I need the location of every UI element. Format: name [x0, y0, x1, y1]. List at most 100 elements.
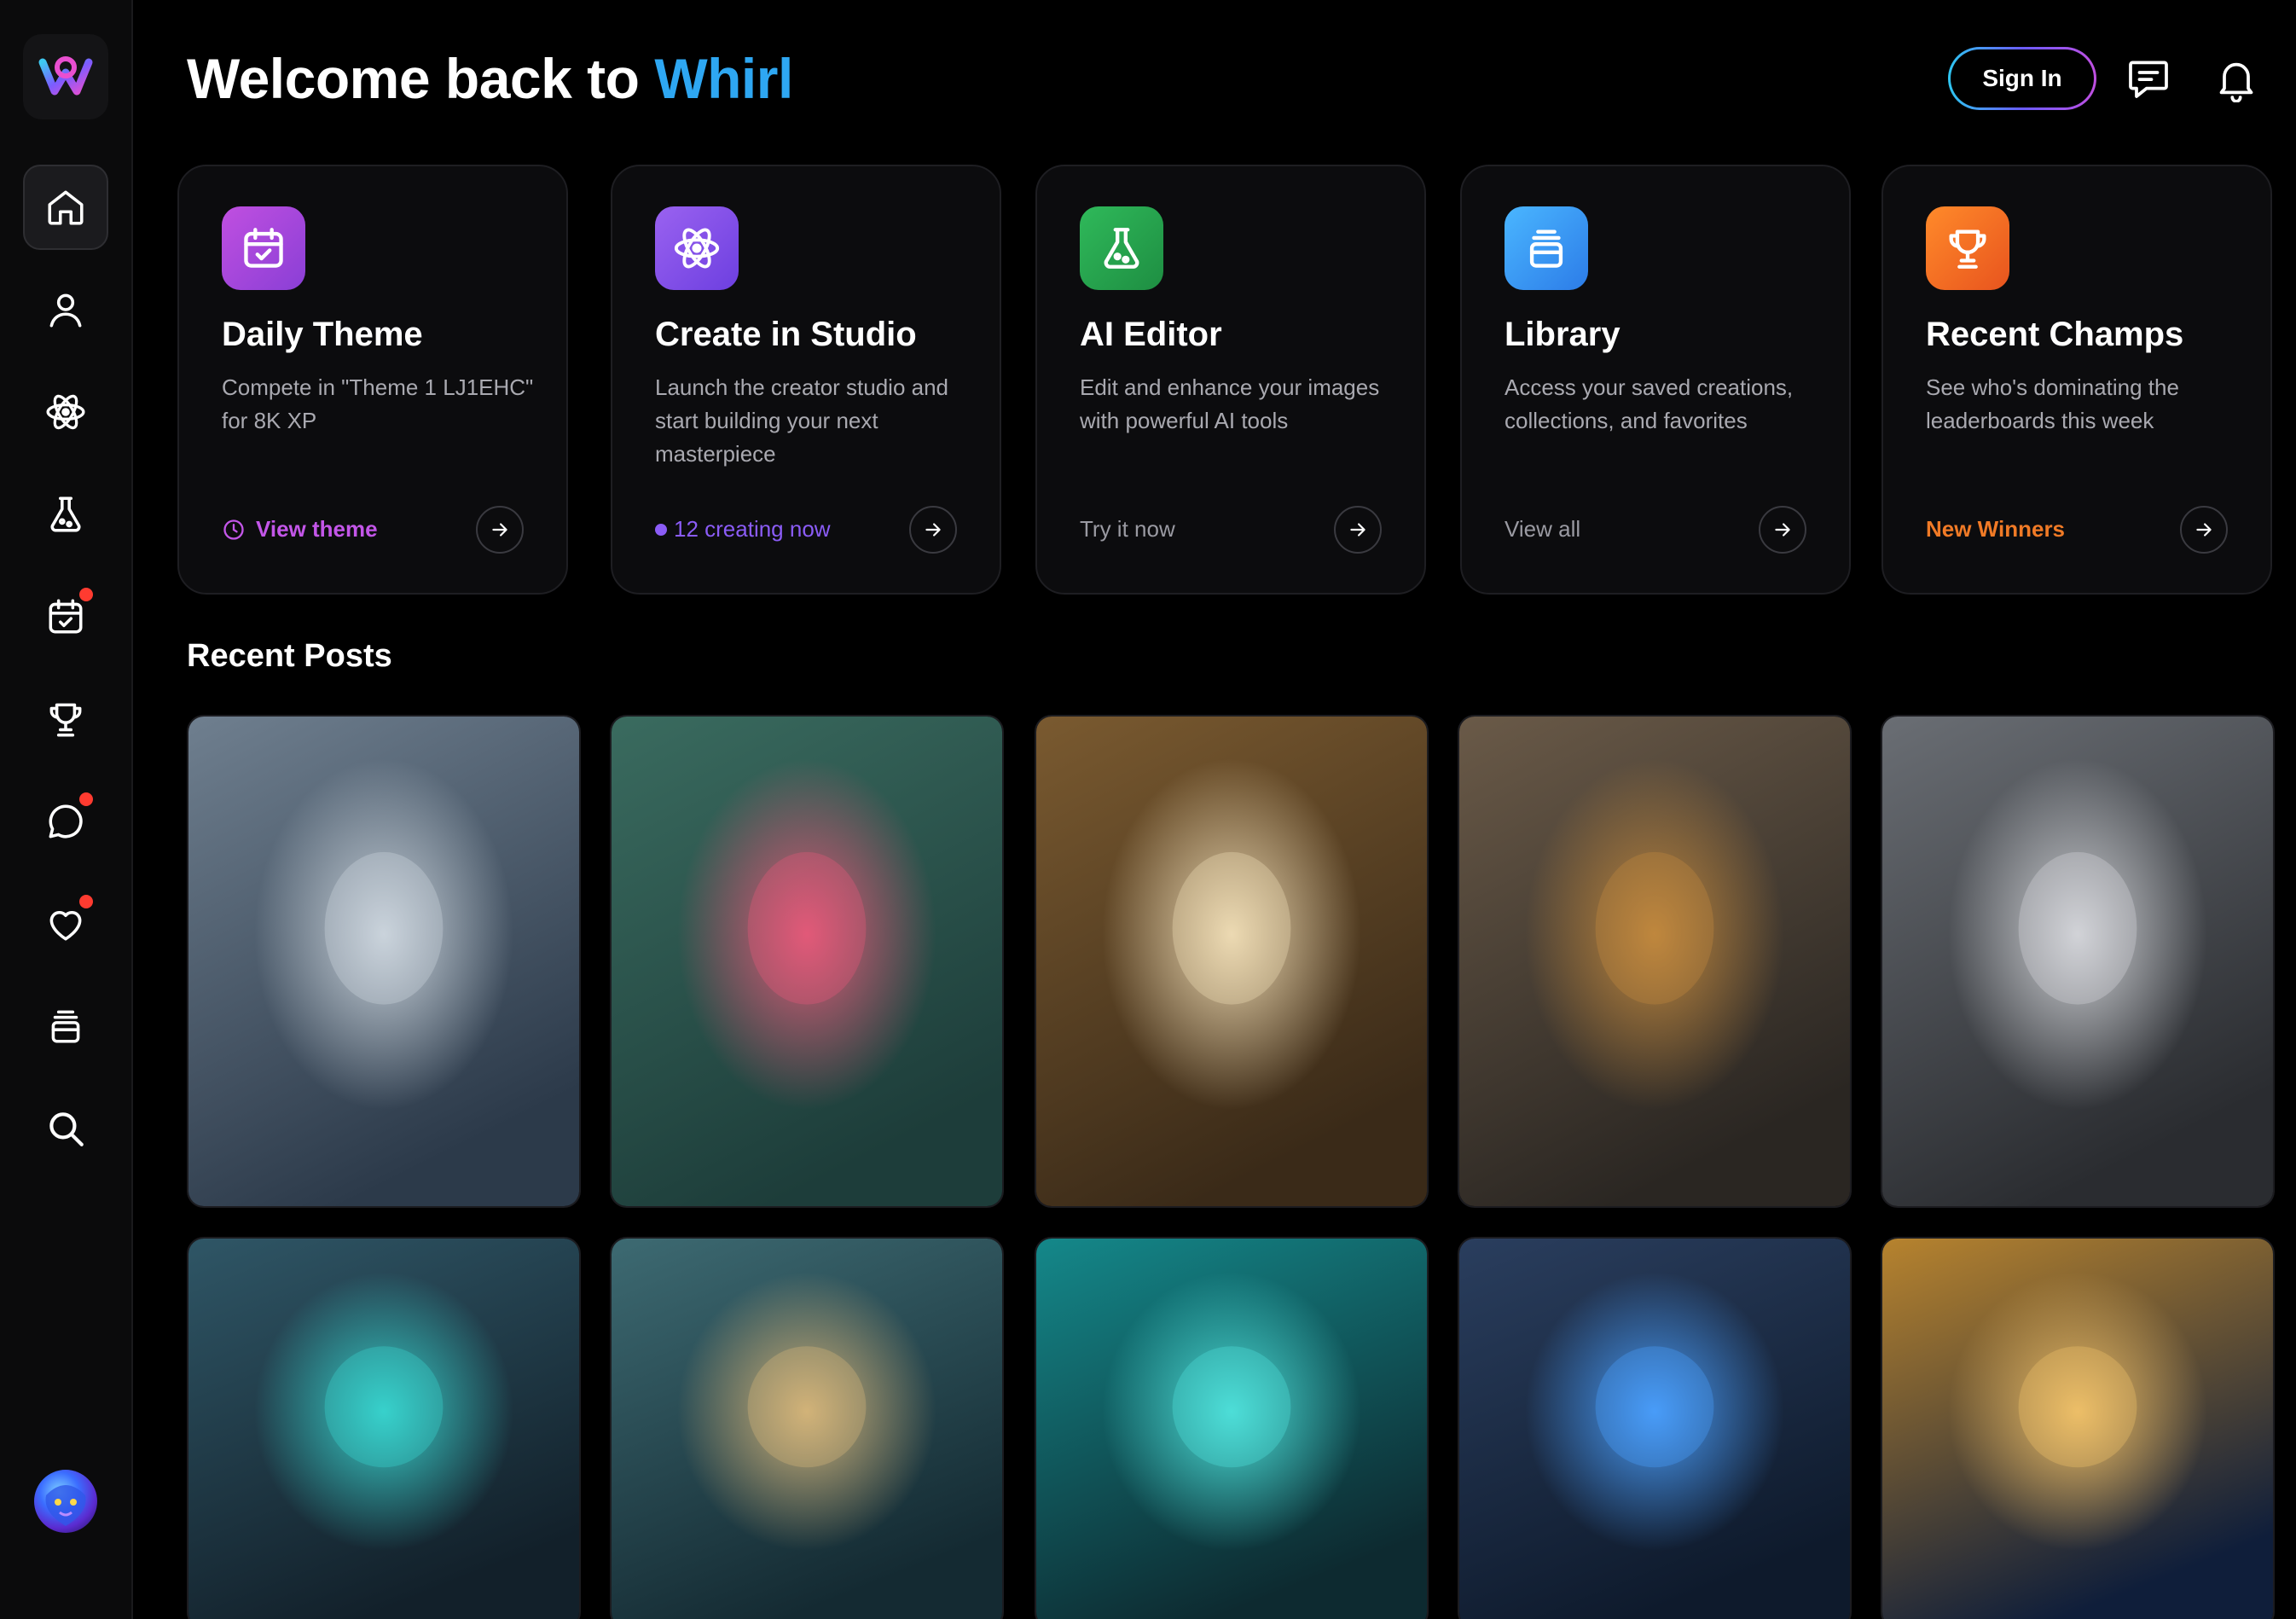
brand-name: Whirl — [654, 47, 793, 110]
nav-library[interactable] — [23, 984, 108, 1069]
post-image — [612, 717, 1002, 1206]
card-recent-champs[interactable]: Recent Champs See who's dominating the l… — [1881, 165, 2272, 595]
card-description: Access your saved creations, collections… — [1505, 374, 1794, 433]
card-title: AI Editor — [1080, 316, 1222, 353]
card-arrow-button[interactable] — [1759, 506, 1806, 554]
card-footer-label: View all — [1505, 516, 1581, 542]
heart-icon — [49, 910, 82, 941]
home-icon — [48, 190, 84, 225]
creating-now-status: 12 creating now — [655, 516, 831, 543]
user-avatar[interactable] — [34, 1470, 97, 1533]
sidebar — [0, 0, 133, 1619]
post-image — [1459, 1239, 1850, 1619]
violin-lion-post[interactable] — [1458, 715, 1852, 1208]
calendar-check-icon — [244, 228, 283, 268]
view-all-link[interactable]: View all — [1505, 516, 1580, 543]
card-daily-theme[interactable]: Daily Theme Compete in "Theme 1 LJ1EHC" … — [177, 165, 568, 595]
profile-icon — [49, 293, 82, 328]
arrow-right-icon — [492, 523, 507, 537]
nav-ai-editor[interactable] — [23, 472, 108, 557]
card-title: Daily Theme — [222, 316, 423, 353]
card-arrow-button[interactable] — [476, 506, 524, 554]
card-footer-label: New Winners — [1926, 516, 2066, 542]
card-arrow-button[interactable] — [909, 506, 957, 554]
nav-profile[interactable] — [23, 267, 108, 352]
nav-home[interactable] — [23, 165, 108, 250]
nav-studio[interactable] — [23, 369, 108, 455]
lion-avatar-icon — [45, 1485, 86, 1526]
card-footer-label: 12 creating now — [674, 516, 831, 542]
sea-parting-post[interactable] — [1035, 1237, 1429, 1619]
card-title: Recent Champs — [1926, 316, 2184, 353]
card-create-in-studio[interactable]: Create in Studio Launch the creator stud… — [611, 165, 1001, 595]
card-description: Compete in "Theme 1 LJ1EHC" for 8K XP — [222, 374, 534, 433]
whirl-logo[interactable] — [23, 34, 108, 119]
nav-chat[interactable] — [23, 779, 108, 864]
card-icon-studio — [655, 206, 739, 290]
bell-icon — [2219, 62, 2253, 102]
library-icon — [51, 1010, 80, 1043]
card-icon-ai-editor — [1080, 206, 1163, 290]
ice-armor-post[interactable] — [1458, 1237, 1852, 1619]
dragon-knight-post[interactable] — [187, 1237, 581, 1619]
view-theme-link[interactable]: View theme — [222, 516, 378, 543]
try-it-now-link[interactable]: Try it now — [1080, 516, 1175, 543]
card-icon-library — [1505, 206, 1588, 290]
live-dot-icon — [655, 523, 667, 536]
post-image — [188, 717, 579, 1206]
atom-icon — [46, 394, 85, 430]
nav-search[interactable] — [23, 1086, 108, 1171]
sign-in-label: Sign In — [1951, 49, 2094, 107]
glass-lynx-post[interactable] — [1035, 715, 1429, 1208]
page-title: Welcome back to Whirl — [187, 46, 793, 111]
flask-icon — [50, 496, 81, 532]
flask-icon — [1104, 228, 1139, 269]
post-image — [188, 1239, 579, 1619]
nav-favorites[interactable] — [23, 881, 108, 966]
clock-icon — [223, 519, 244, 540]
arrow-right-icon — [925, 523, 941, 537]
moon-god-post[interactable] — [1881, 1237, 2275, 1619]
card-description: Launch the creator studio and start buil… — [655, 374, 949, 467]
rainbow-owl-post[interactable] — [610, 715, 1004, 1208]
atom-icon — [674, 228, 720, 269]
post-image — [1882, 717, 2273, 1206]
calendar-check-icon — [49, 599, 83, 634]
trophy-icon — [1949, 229, 1986, 269]
card-icon-champs — [1926, 206, 2009, 290]
notification-badge — [79, 895, 93, 908]
arrow-right-icon — [2196, 523, 2212, 537]
card-description: Edit and enhance your images with powerf… — [1080, 374, 1380, 433]
nav-champs[interactable] — [23, 676, 108, 762]
card-footer-label: Try it now — [1080, 516, 1175, 542]
mermaid-queen-post[interactable] — [610, 1237, 1004, 1619]
trophy-icon — [49, 703, 82, 737]
notification-badge — [79, 588, 93, 601]
messages-button[interactable] — [2121, 51, 2176, 106]
card-arrow-button[interactable] — [1334, 506, 1382, 554]
sign-in-button[interactable]: Sign In — [1948, 47, 2096, 110]
new-winners-link[interactable]: New Winners — [1926, 516, 2065, 543]
silver-warrior-post[interactable] — [1881, 715, 2275, 1208]
arrow-right-icon — [1775, 523, 1790, 537]
notifications-button[interactable] — [2209, 51, 2264, 106]
library-icon — [1529, 229, 1563, 268]
post-image — [1036, 717, 1427, 1206]
post-image — [1459, 717, 1850, 1206]
recent-posts-title: Recent Posts — [187, 638, 392, 674]
search-icon — [49, 1112, 84, 1146]
card-arrow-button[interactable] — [2180, 506, 2228, 554]
card-ai-editor[interactable]: AI Editor Edit and enhance your images w… — [1035, 165, 1426, 595]
card-icon-daily-theme — [222, 206, 305, 290]
arrow-right-icon — [1350, 523, 1365, 537]
crystal-dragon-post[interactable] — [187, 715, 581, 1208]
card-title: Create in Studio — [655, 316, 917, 353]
post-image — [612, 1239, 1002, 1619]
post-image — [1882, 1239, 2273, 1619]
title-prefix: Welcome back to — [187, 47, 640, 110]
notification-badge — [79, 792, 93, 806]
messages-icon — [2129, 61, 2168, 98]
card-library[interactable]: Library Access your saved creations, col… — [1460, 165, 1851, 595]
nav-daily-theme[interactable] — [23, 574, 108, 659]
whirl-logo-icon — [38, 56, 93, 96]
